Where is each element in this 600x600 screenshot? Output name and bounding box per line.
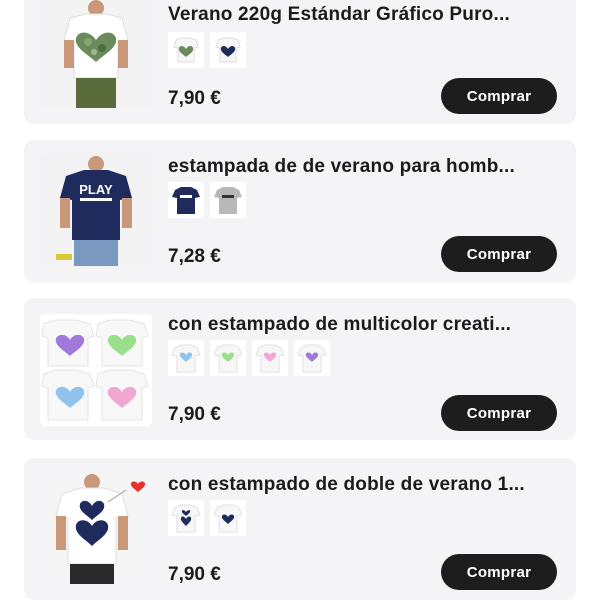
dot-heart-variant-icon[interactable]: [210, 500, 246, 536]
buy-button[interactable]: Comprar: [441, 78, 557, 114]
product-card[interactable]: con estampado de doble de verano 1... 7,…: [24, 458, 576, 600]
navy-dot-heart-variant-icon[interactable]: [210, 32, 246, 68]
pink-heart-variant-icon[interactable]: [252, 340, 288, 376]
product-thumbnail[interactable]: [40, 0, 152, 108]
variant-list: [168, 182, 246, 218]
blue-heart-variant-icon[interactable]: [168, 340, 204, 376]
multicolor-hearts-tshirts-icon: [40, 314, 152, 426]
buy-button[interactable]: Comprar: [441, 395, 557, 431]
product-price: 7,90 €: [168, 88, 221, 109]
product-thumbnail[interactable]: [40, 472, 152, 584]
buy-button[interactable]: Comprar: [441, 554, 557, 590]
variant-list: [168, 340, 330, 376]
double-dot-heart-tshirt-icon: [40, 472, 152, 584]
camo-heart-variant-icon[interactable]: [168, 32, 204, 68]
purple-heart-variant-icon[interactable]: [294, 340, 330, 376]
navy-play-variant-icon[interactable]: [168, 182, 204, 218]
play-navy-tshirt-icon: PLAY: [40, 154, 152, 266]
product-card[interactable]: PLAY estampada de de verano para homb...…: [24, 140, 576, 282]
product-title[interactable]: con estampado de doble de verano 1...: [168, 474, 556, 496]
buy-button[interactable]: Comprar: [441, 236, 557, 272]
product-list: Verano 220g Estándar Gráfico Puro... 7,9…: [0, 0, 600, 600]
product-thumbnail[interactable]: [40, 314, 152, 426]
product-price: 7,90 €: [168, 404, 221, 425]
svg-text:PLAY: PLAY: [79, 182, 113, 197]
product-thumbnail[interactable]: PLAY: [40, 154, 152, 266]
product-title[interactable]: con estampado de multicolor creati...: [168, 314, 556, 336]
product-price: 7,90 €: [168, 564, 221, 585]
product-price: 7,28 €: [168, 246, 221, 267]
variant-list: [168, 500, 246, 536]
variant-list: [168, 32, 246, 68]
camo-heart-tshirt-icon: [40, 0, 152, 108]
green-heart-variant-icon[interactable]: [210, 340, 246, 376]
double-heart-variant-icon[interactable]: [168, 500, 204, 536]
product-card[interactable]: con estampado de multicolor creati... 7,…: [24, 298, 576, 440]
product-title[interactable]: estampada de de verano para homb...: [168, 156, 556, 178]
product-title[interactable]: Verano 220g Estándar Gráfico Puro...: [168, 4, 556, 26]
grey-play-variant-icon[interactable]: [210, 182, 246, 218]
product-card[interactable]: Verano 220g Estándar Gráfico Puro... 7,9…: [24, 0, 576, 124]
